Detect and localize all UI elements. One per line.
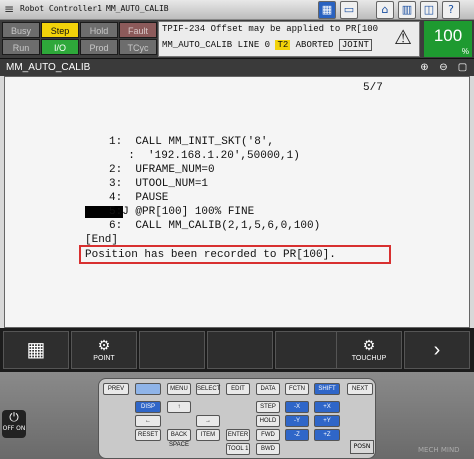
point-button[interactable]: ⚙ POINT (71, 331, 137, 369)
warning-icon: ⚠ (394, 25, 412, 49)
fwd-key[interactable]: FWD (256, 429, 280, 441)
softkey-f2[interactable] (139, 331, 205, 369)
program-line[interactable]: 1: CALL MM_INIT_SKT('8', (109, 135, 274, 149)
arrow-up-key[interactable]: ↑ (167, 401, 191, 413)
plus-y-key[interactable]: +Y (314, 415, 340, 427)
alarm-line[interactable]: TPIF-234 Offset may be applied to PR[100… (158, 21, 420, 57)
softkey-f3[interactable] (207, 331, 273, 369)
mode-badge: T2 (275, 40, 291, 50)
select-key[interactable]: SELECT (196, 383, 220, 395)
alarm-message: TPIF-234 Offset may be applied to PR[100 (162, 24, 379, 34)
hardware-keypad: PREV MENU SELECT EDIT DATA FCTN SHIFT NE… (0, 372, 474, 459)
program-line[interactable]: 3: UTOOL_NUM=1 (109, 177, 208, 191)
robot-arm-icon: ⚙ (362, 337, 376, 353)
offon-label: OFF ON (2, 425, 26, 432)
help-icon[interactable]: ? (442, 1, 460, 19)
power-icon: ⏻ (9, 410, 19, 424)
grid-icon: ▦ (26, 339, 46, 361)
window-title: MM_AUTO_CALIB (6, 62, 91, 73)
status-prod: Prod (80, 39, 118, 55)
coord-badge: JOINT (338, 39, 372, 51)
controller-name: Robot Controller1 (20, 4, 102, 13)
maximize-icon[interactable]: ▢ (456, 61, 469, 74)
chevron-right-icon: › (433, 339, 441, 361)
tool1-key[interactable]: TOOL 1 (226, 443, 250, 455)
prev-key[interactable]: PREV (103, 383, 129, 395)
status-hold: Hold (80, 22, 118, 38)
program-line[interactable]: 6: CALL MM_CALIB(2,1,5,6,0,100) (109, 219, 320, 233)
menu-icon[interactable]: ≡ (2, 2, 16, 16)
program-line[interactable]: 2: UFRAME_NUM=0 (109, 163, 215, 177)
menu-key[interactable]: MENU (167, 383, 191, 395)
minus-y-key[interactable]: -Y (285, 415, 309, 427)
teach-pendant-screen: ≡ Robot Controller1 MM_AUTO_CALIB ▦ ▭ ⌂ … (0, 0, 474, 459)
step-key[interactable]: STEP (256, 401, 280, 413)
minus-x-key[interactable]: -X (285, 401, 309, 413)
split-view-icon[interactable]: ▥ (398, 1, 416, 19)
line-position: 5/7 (363, 82, 383, 94)
arrow-left-key[interactable]: ← (135, 415, 161, 427)
blank-key[interactable] (135, 383, 161, 395)
robot-arm-icon: ⚙ (97, 337, 111, 353)
fctn-key[interactable]: FCTN (285, 383, 309, 395)
program-name-tab[interactable]: MM_AUTO_CALIB (106, 4, 169, 13)
layout-icon[interactable]: ◫ (420, 1, 438, 19)
status-step: Step (41, 22, 79, 38)
program-line-info: MM_AUTO_CALIB LINE 0 (162, 40, 271, 50)
watermark: MECH MIND (418, 446, 460, 454)
window-header: MM_AUTO_CALIB ⊕ ⊖ ▢ (0, 58, 474, 76)
bwd-key[interactable]: BWD (256, 443, 280, 455)
touchup-button[interactable]: ⚙ TOUCHUP (336, 331, 402, 369)
arrow-right-key[interactable]: → (196, 415, 220, 427)
posn-key[interactable]: POSN (350, 440, 374, 454)
touchup-label: TOUCHUP (351, 355, 387, 362)
message-highlight: Position has been recorded to PR[100]. (79, 245, 391, 264)
status-run: Run (2, 39, 40, 55)
menu-grid-button[interactable]: ▦ (3, 331, 69, 369)
zoom-out-icon[interactable]: ⊖ (437, 61, 450, 74)
reset-key[interactable]: RESET (135, 429, 161, 441)
data-key[interactable]: DATA (256, 383, 280, 395)
status-message: Position has been recorded to PR[100]. (85, 249, 336, 261)
plus-z-key[interactable]: +Z (314, 429, 340, 441)
zoom-in-icon[interactable]: ⊕ (418, 61, 431, 74)
minus-z-key[interactable]: -Z (285, 429, 309, 441)
program-status-line: MM_AUTO_CALIB LINE 0 T2 ABORTED JOINT (162, 39, 372, 51)
override-indicator[interactable]: 100 % (424, 21, 472, 57)
title-bar: ≡ Robot Controller1 MM_AUTO_CALIB ▦ ▭ ⌂ … (0, 0, 474, 20)
shift-key[interactable]: SHIFT (314, 383, 340, 395)
status-io: I/O (41, 39, 79, 55)
edit-key[interactable]: EDIT (226, 383, 250, 395)
run-state: ABORTED (295, 40, 334, 50)
override-unit: % (461, 47, 469, 56)
power-switch[interactable]: ⏻ OFF ON (2, 410, 26, 438)
point-label: POINT (93, 355, 115, 362)
window-icon[interactable]: ▭ (340, 1, 358, 19)
next-key[interactable]: NEXT (347, 383, 373, 395)
hold-key[interactable]: HOLD (256, 415, 280, 427)
override-value: 100 (433, 26, 463, 45)
plus-x-key[interactable]: +X (314, 401, 340, 413)
next-page-button[interactable]: › (404, 331, 470, 369)
status-fault: Fault (119, 22, 157, 38)
program-line[interactable]: : '192.168.1.20',50000,1) (115, 149, 300, 163)
enter-key[interactable]: ENTER (226, 429, 250, 441)
program-line[interactable]: 4: PAUSE (109, 191, 168, 205)
backspace-key[interactable]: BACK SPACE (167, 429, 191, 448)
status-busy: Busy (2, 22, 40, 38)
home-icon[interactable]: ⌂ (376, 1, 394, 19)
status-tcyc: TCyc (119, 39, 157, 55)
grid-view-icon[interactable]: ▦ (318, 1, 336, 19)
program-line-selected[interactable]: 5:J @PR[100] 100% FINE (109, 205, 254, 219)
softkey-bar: ▦ ⚙ POINT ⚙ TOUCHUP › (0, 328, 474, 372)
softkey-f4[interactable] (275, 331, 341, 369)
program-editor[interactable]: 5/7 1: CALL MM_INIT_SKT('8', : '192.168.… (4, 76, 470, 328)
keypad-panel: PREV MENU SELECT EDIT DATA FCTN SHIFT NE… (98, 378, 376, 459)
item-key[interactable]: ITEM (196, 429, 220, 441)
disp-key[interactable]: DISP (135, 401, 161, 413)
